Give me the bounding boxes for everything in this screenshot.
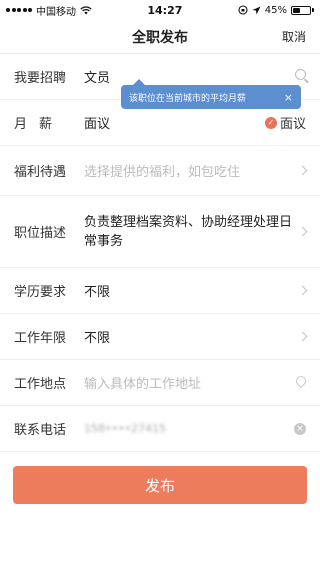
- chevron-right-icon: [297, 165, 308, 176]
- location-arrow-icon: [252, 6, 261, 14]
- salary-value: 面议: [84, 117, 111, 132]
- status-time: 14:27: [147, 3, 183, 17]
- battery-percent: 45%: [264, 4, 287, 16]
- education-label: 学历要求: [14, 285, 67, 300]
- benefits-row[interactable]: 福利待遇 选择提供的福利，如包吃住: [0, 146, 320, 196]
- orientation-lock-icon: [238, 5, 248, 15]
- location-input[interactable]: 输入具体的工作地址: [84, 373, 292, 392]
- search-icon[interactable]: [295, 69, 306, 80]
- chevron-right-icon: [297, 285, 308, 296]
- negotiable-checkbox[interactable]: ✓ 面议: [264, 113, 306, 132]
- description-row[interactable]: 职位描述 负责整理档案资料、协助经理处理日常事务: [0, 196, 320, 268]
- benefits-placeholder: 选择提供的福利，如包吃住: [84, 165, 241, 180]
- education-row[interactable]: 学历要求 不限: [0, 268, 320, 314]
- experience-label: 工作年限: [14, 331, 67, 346]
- salary-tooltip: 该职位在当前城市的平均月薪 ×: [121, 79, 301, 109]
- description-value: 负责整理档案资料、协助经理处理日常事务: [84, 214, 293, 249]
- clear-icon[interactable]: ×: [294, 422, 306, 435]
- education-value: 不限: [84, 285, 111, 300]
- chevron-right-icon: [297, 226, 308, 237]
- nav-bar: 全职发布 取消: [0, 20, 320, 54]
- battery-icon: [291, 5, 314, 15]
- signal-icon: [6, 8, 32, 12]
- position-value: 文员: [84, 71, 111, 86]
- phone-row[interactable]: 联系电话 158••••27415 ×: [0, 406, 320, 452]
- check-icon: ✓: [264, 116, 277, 129]
- benefits-label: 福利待遇: [14, 165, 67, 180]
- close-icon[interactable]: ×: [284, 91, 293, 104]
- chevron-right-icon: [297, 331, 308, 342]
- wifi-icon: [80, 5, 92, 14]
- carrier-label: 中国移动: [36, 6, 76, 18]
- page-title: 全职发布: [132, 29, 188, 46]
- cancel-button[interactable]: 取消: [282, 28, 306, 45]
- location-row[interactable]: 工作地点 输入具体的工作地址: [0, 360, 320, 406]
- phone-label: 联系电话: [14, 423, 67, 438]
- location-label: 工作地点: [14, 377, 67, 392]
- tooltip-text: 该职位在当前城市的平均月薪: [129, 93, 247, 104]
- experience-row[interactable]: 工作年限 不限: [0, 314, 320, 360]
- position-label: 我要招聘: [14, 71, 67, 86]
- status-bar: 中国移动 14:27 45%: [0, 0, 320, 20]
- salary-label: 月薪: [14, 117, 65, 132]
- description-label: 职位描述: [14, 226, 67, 241]
- publish-button[interactable]: 发布: [13, 466, 307, 504]
- phone-input[interactable]: 158••••27415: [84, 422, 294, 435]
- negotiable-label: 面议: [279, 117, 306, 132]
- experience-value: 不限: [84, 331, 111, 346]
- location-pin-icon[interactable]: [293, 373, 309, 389]
